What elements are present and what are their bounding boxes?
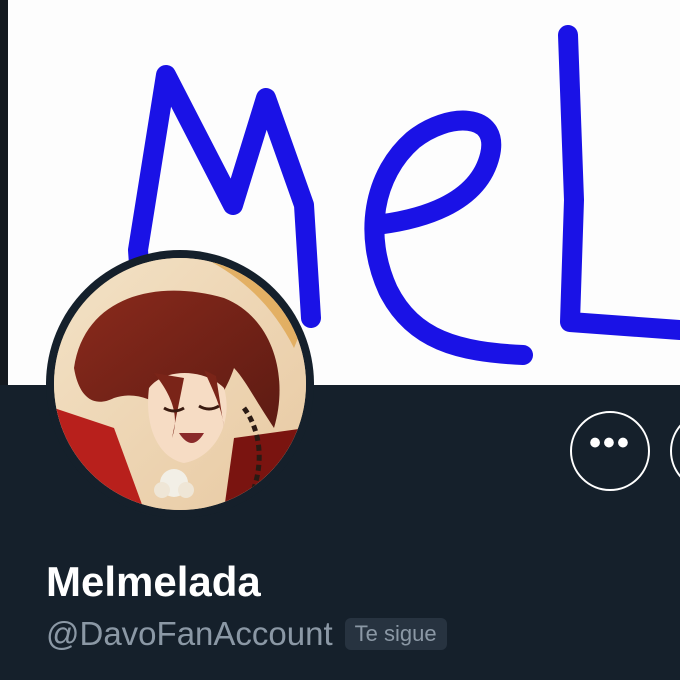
handle-row: @DavoFanAccount Te sigue [46, 614, 447, 654]
more-horizontal-icon: ••• [589, 424, 631, 462]
more-options-button[interactable]: ••• [570, 411, 650, 491]
avatar-frame[interactable] [46, 250, 314, 518]
avatar-image [54, 258, 306, 510]
profile-page: ••• Melmelada @DavoFanAccount Te sigue [0, 0, 680, 680]
follows-you-badge: Te sigue [344, 618, 447, 650]
display-name: Melmelada [46, 558, 261, 605]
avatar[interactable] [54, 258, 306, 510]
left-edge-strip [0, 0, 8, 385]
user-handle: @DavoFanAccount [46, 615, 333, 652]
secondary-action-button[interactable] [670, 411, 680, 491]
